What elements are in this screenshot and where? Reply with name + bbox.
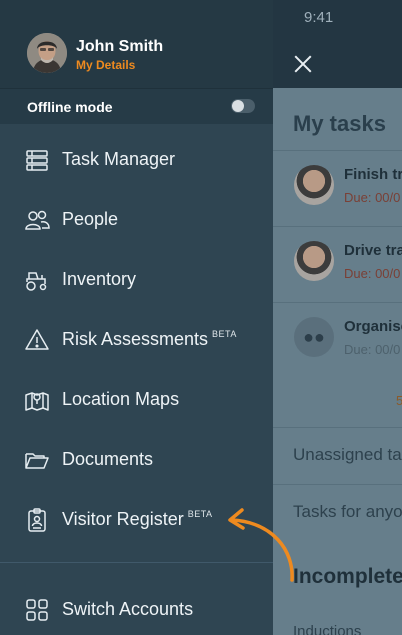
unassigned-tasks-link[interactable]: Unassigned ta <box>293 445 402 465</box>
menu-item-label: People <box>62 209 119 229</box>
menu-item-label: Switch Accounts <box>62 599 194 619</box>
toggle-knob <box>232 100 244 112</box>
task-manager-icon <box>24 147 50 173</box>
beta-badge: BETA <box>212 329 237 339</box>
user-name: John Smith <box>76 38 164 55</box>
avatar <box>294 241 334 281</box>
task-due: Due: 00/0 <box>344 266 401 281</box>
task-row[interactable] <box>273 302 402 378</box>
menu-item-documents[interactable]: Documents <box>0 434 273 486</box>
inductions-link[interactable]: Inductions <box>293 623 361 635</box>
avatar[interactable] <box>27 33 67 73</box>
task-row[interactable] <box>273 150 402 226</box>
warning-icon <box>24 327 50 353</box>
task-row[interactable] <box>273 226 402 302</box>
folder-icon <box>24 447 50 473</box>
group-icon: ●● <box>294 317 334 357</box>
offline-mode-toggle[interactable] <box>231 99 255 113</box>
menu-item-switch-accounts[interactable]: Switch Accounts <box>0 584 273 635</box>
offline-mode-label: Offline mode <box>27 99 113 115</box>
visitor-badge-icon <box>24 507 50 533</box>
menu-item-label: Risk Assessments BETA <box>62 329 237 349</box>
close-icon[interactable] <box>290 51 316 77</box>
task-due: Due: 00/0 <box>344 342 401 357</box>
navigation-drawer: John Smith My Details Offline mode Task … <box>0 0 273 635</box>
more-count[interactable]: 5 <box>396 393 402 408</box>
menu-item-label: Visitor Register BETA <box>62 509 213 529</box>
beta-badge: BETA <box>187 509 213 519</box>
page-title: My tasks <box>293 111 386 136</box>
menu-item-location-maps[interactable]: Location Maps <box>0 374 273 426</box>
menu-item-label: Inventory <box>62 269 137 289</box>
tasks-for-anyone-link[interactable]: Tasks for anyo <box>293 502 402 522</box>
status-time: 9:41 <box>304 9 334 26</box>
people-icon <box>24 207 50 233</box>
menu-item-label: Location Maps <box>62 389 180 409</box>
section-heading: Incomplete <box>293 565 402 588</box>
avatar <box>294 165 334 205</box>
my-details-link[interactable]: My Details <box>76 58 135 72</box>
task-title: Organise <box>344 318 402 335</box>
offline-mode-row: Offline mode <box>0 88 273 124</box>
profile-header: John Smith My Details <box>0 0 273 88</box>
divider <box>0 562 273 563</box>
menu-item-task-manager[interactable]: Task Manager <box>0 134 273 186</box>
task-title: Drive tra <box>344 242 402 259</box>
menu-item-label: Task Manager <box>62 149 176 169</box>
map-icon <box>24 387 50 413</box>
menu-item-visitor-register[interactable]: Visitor Register BETA <box>0 494 273 546</box>
menu-item-inventory[interactable]: Inventory <box>0 254 273 306</box>
task-title: Finish tr <box>344 166 402 183</box>
status-bar <box>273 0 402 36</box>
grid-icon <box>24 597 50 623</box>
tractor-icon <box>24 267 50 293</box>
task-due: Due: 00/0 <box>344 190 401 205</box>
menu-item-people[interactable]: People <box>0 194 273 246</box>
menu-item-label: Documents <box>62 449 154 469</box>
menu-item-risk-assessments[interactable]: Risk Assessments BETA <box>0 314 273 366</box>
